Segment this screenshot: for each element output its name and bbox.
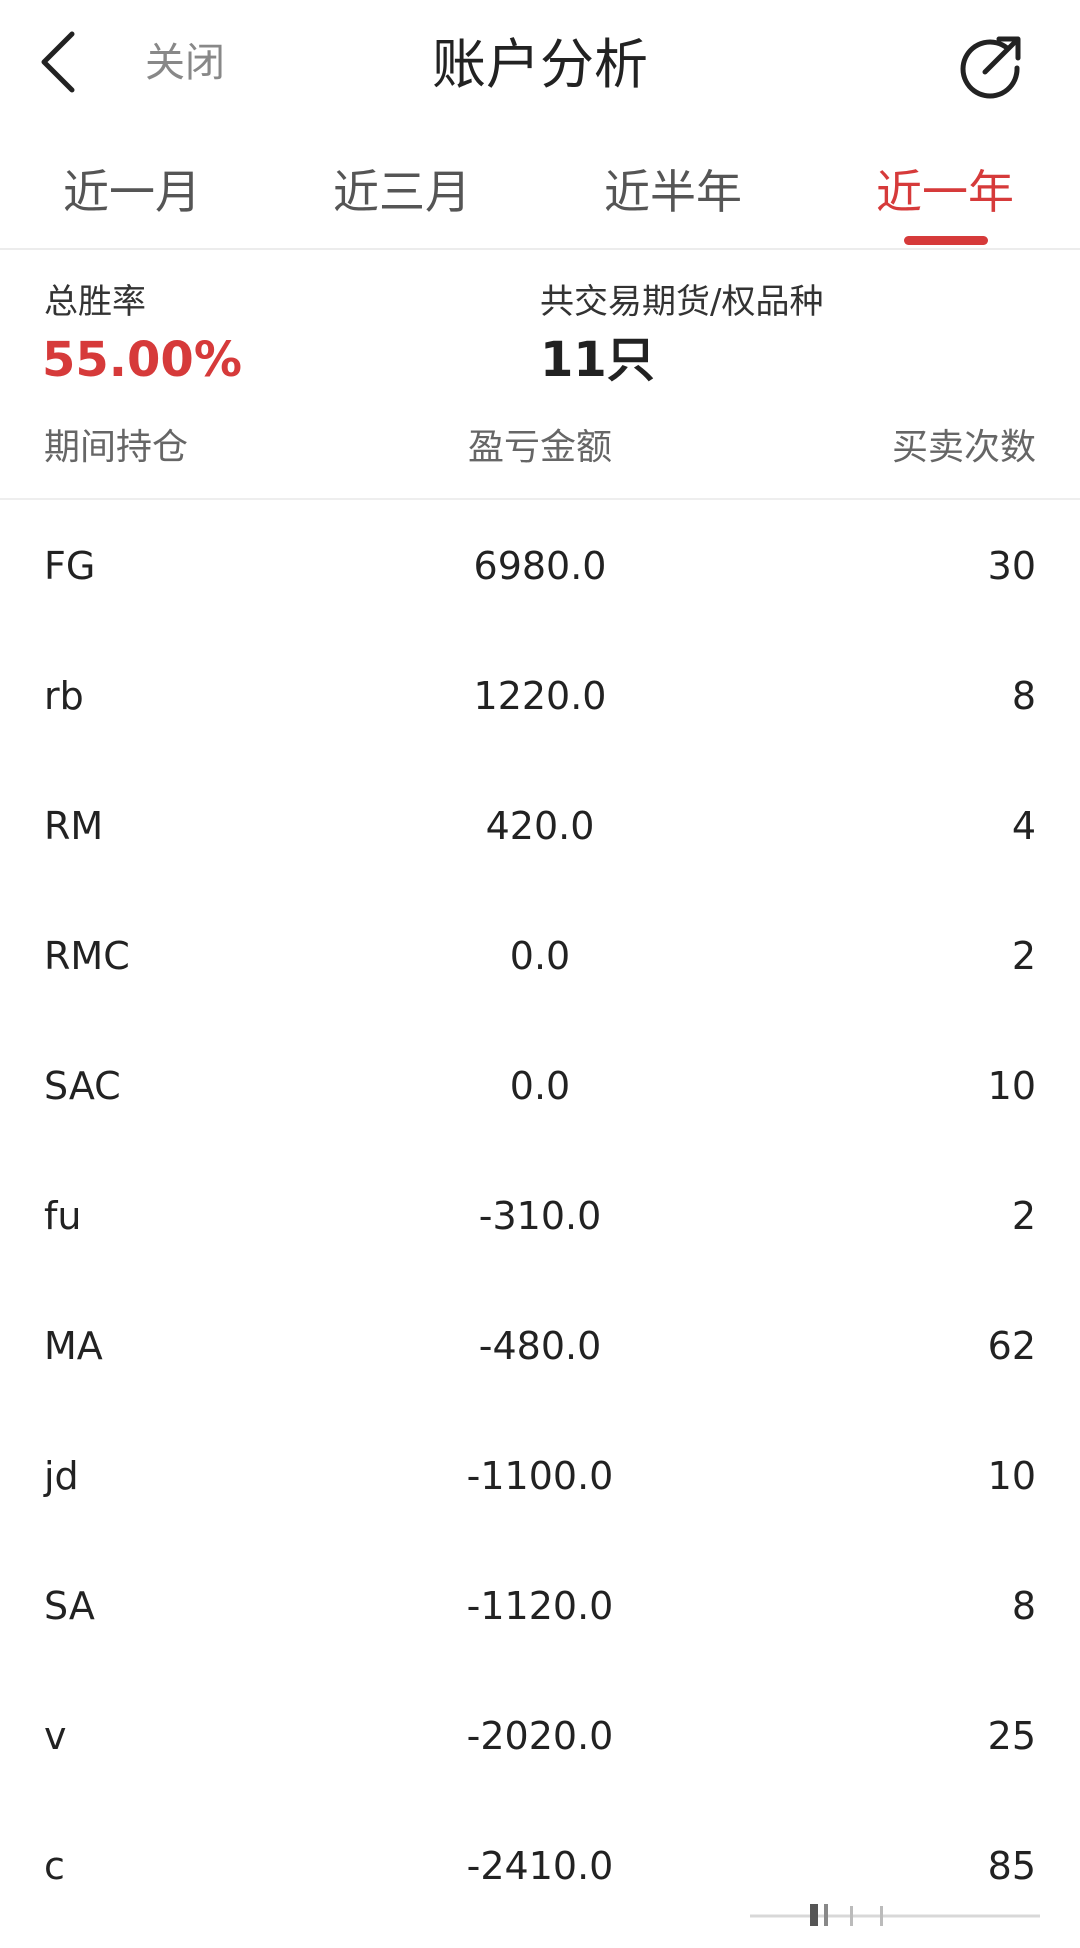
win-rate-value: 55.00% [42, 332, 242, 388]
win-rate-label: 总胜率 [44, 282, 146, 322]
varieties-value: 11只 [540, 332, 655, 388]
row-profit-loss: 6980.0 [473, 544, 607, 588]
row-trade-count: 2 [1011, 1194, 1036, 1238]
table-row[interactable]: SAC 0.0 10 [0, 1020, 1080, 1150]
table-row[interactable]: RM 420.0 4 [0, 760, 1080, 890]
row-profit-loss: -2410.0 [466, 1844, 614, 1888]
back-button[interactable] [30, 22, 100, 102]
table-row[interactable]: rb 1220.0 8 [0, 630, 1080, 760]
row-profit-loss: -480.0 [478, 1324, 602, 1368]
row-trade-count: 62 [987, 1324, 1036, 1368]
row-profit-loss: 0.0 [509, 1064, 571, 1108]
row-trade-count: 10 [987, 1454, 1036, 1498]
row-profit-loss: 1220.0 [473, 674, 607, 718]
row-profit-loss: -310.0 [478, 1194, 602, 1238]
header-trade-count: 买卖次数 [891, 427, 1036, 468]
period-tabs: 近一月 近三月 近半年 近一年 [0, 140, 1080, 250]
table-header: 期间持仓 盈亏金额 买卖次数 [0, 420, 1080, 500]
row-name: SAC [44, 1064, 121, 1108]
row-name: rb [44, 674, 84, 718]
table-row[interactable]: FG 6980.0 30 [0, 500, 1080, 630]
table-row[interactable]: SA -1120.0 8 [0, 1540, 1080, 1670]
row-name: c [44, 1844, 65, 1888]
row-trade-count: 10 [987, 1064, 1036, 1108]
chevron-left-icon [41, 31, 75, 93]
active-tab-indicator [904, 236, 988, 245]
row-trade-count: 2 [1011, 934, 1036, 978]
row-profit-loss: -1100.0 [466, 1454, 614, 1498]
row-name: jd [44, 1454, 79, 1498]
row-trade-count: 8 [1011, 674, 1036, 718]
scroll-hint-marks [750, 1904, 1040, 1926]
row-profit-loss: 420.0 [485, 804, 595, 848]
tab-one-year[interactable]: 近一年 [815, 160, 1075, 224]
header-position: 期间持仓 [44, 427, 189, 468]
tab-three-months[interactable]: 近三月 [272, 160, 532, 224]
row-name: RMC [44, 934, 130, 978]
row-trade-count: 30 [987, 544, 1036, 588]
row-name: MA [44, 1324, 103, 1368]
row-name: SA [44, 1584, 95, 1628]
row-trade-count: 8 [1011, 1584, 1036, 1628]
nav-bar: 关闭 账户分析 [0, 0, 1080, 130]
row-profit-loss: -1120.0 [466, 1584, 614, 1628]
share-export-icon [960, 36, 1021, 99]
row-profit-loss: 0.0 [509, 934, 571, 978]
tab-one-month[interactable]: 近一月 [2, 160, 262, 224]
row-trade-count: 25 [987, 1714, 1036, 1758]
row-name: RM [44, 804, 104, 848]
varieties-label: 共交易期货/权品种 [540, 282, 824, 322]
positions-table: FG 6980.0 30 rb 1220.0 8 RM 420.0 4 RMC … [0, 500, 1080, 1930]
row-name: FG [44, 544, 96, 588]
table-row[interactable]: v -2020.0 25 [0, 1670, 1080, 1800]
table-row[interactable]: fu -310.0 2 [0, 1150, 1080, 1280]
row-trade-count: 4 [1011, 804, 1036, 848]
row-trade-count: 85 [987, 1844, 1036, 1888]
table-row[interactable]: jd -1100.0 10 [0, 1410, 1080, 1540]
share-button[interactable] [955, 28, 1029, 102]
header-profit-loss: 盈亏金额 [467, 427, 612, 468]
close-button[interactable]: 关闭 [145, 38, 225, 88]
table-row[interactable]: MA -480.0 62 [0, 1280, 1080, 1410]
row-name: fu [44, 1194, 82, 1238]
tab-half-year[interactable]: 近半年 [543, 160, 803, 224]
row-profit-loss: -2020.0 [466, 1714, 614, 1758]
table-row[interactable]: RMC 0.0 2 [0, 890, 1080, 1020]
row-name: v [44, 1714, 67, 1758]
